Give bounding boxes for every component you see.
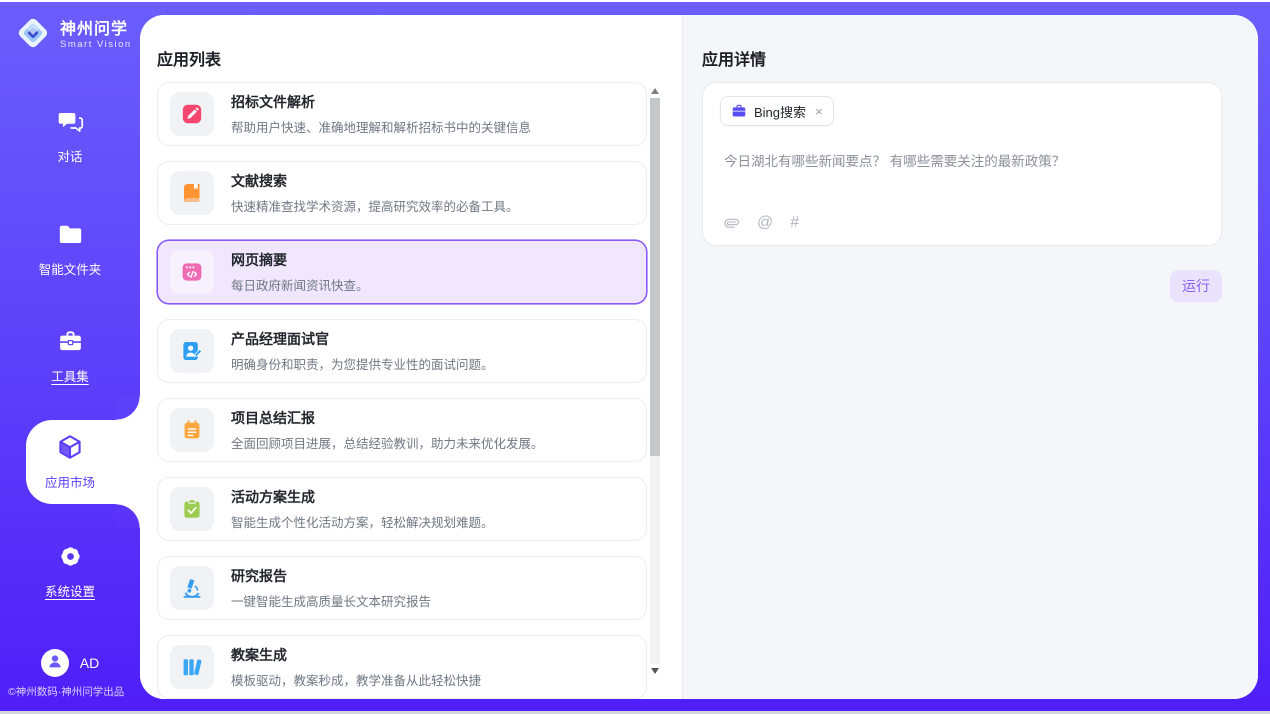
app-card-title: 教案生成 (231, 645, 481, 665)
app-card-desc: 每日政府新闻资讯快查。 (231, 275, 369, 294)
prompt-editor-card[interactable]: Bing搜索 × 今日湖北有哪些新闻要点？ 有哪些需要关注的最新政策？ @ # (702, 82, 1222, 246)
tool-tag-label: Bing搜索 (754, 102, 806, 121)
app-card-title: 项目总结汇报 (231, 408, 544, 428)
tool-tag-bing-search[interactable]: Bing搜索 × (720, 96, 834, 126)
user-initials: AD (80, 655, 99, 671)
app-list-panel: 应用列表 招标文件解析 帮助用户快速、准确地理解和解析招标书中的关键信息 文献搜… (140, 15, 683, 699)
toolbox-icon (57, 328, 84, 356)
app-card[interactable]: 活动方案生成 智能生成个性化活动方案，轻松解决规划难题。 (157, 477, 647, 541)
folder-icon (57, 221, 84, 249)
sidebar-item-label: 工具集 (0, 366, 140, 385)
avatar (41, 649, 69, 677)
attachment-toolbar: @ # (723, 214, 799, 231)
app-card-desc: 智能生成个性化活动方案，轻松解决规划难题。 (231, 512, 494, 531)
sidebar-item-label: 智能文件夹 (0, 259, 140, 278)
app-card-list: 招标文件解析 帮助用户快速、准确地理解和解析招标书中的关键信息 文献搜索 快速精… (157, 82, 647, 699)
gear-icon (57, 543, 84, 571)
scrollbar-thumb[interactable] (650, 98, 660, 456)
run-button[interactable]: 运行 (1170, 270, 1222, 302)
sidebar-item-smart-folders[interactable]: 智能文件夹 (0, 221, 140, 278)
app-card-desc: 模板驱动，教案秒成，教学准备从此轻松快捷 (231, 670, 481, 689)
sidebar: 神州问学 Smart Vision 对话 智能文件夹 工具集 应用市场 系统设置… (0, 0, 140, 714)
app-detail-title: 应用详情 (702, 46, 766, 70)
app-window: 神州问学 Smart Vision 对话 智能文件夹 工具集 应用市场 系统设置… (0, 0, 1270, 714)
app-card-title: 活动方案生成 (231, 487, 494, 507)
hash-tag-icon[interactable]: # (790, 215, 799, 231)
book-icon (180, 181, 204, 205)
app-card[interactable]: 产品经理面试官 明确身份和职责，为您提供专业性的面试问题。 (157, 319, 647, 383)
scrollbar-down-arrow-icon[interactable] (650, 665, 660, 677)
app-card-title: 网页摘要 (231, 250, 369, 270)
notepad-icon (180, 418, 204, 442)
app-detail-panel: 应用详情 Bing搜索 × 今日湖北有哪些新闻要点？ 有哪些需要关注的最新政策？… (683, 15, 1258, 699)
browser-code-icon (180, 260, 204, 284)
briefcase-icon (731, 103, 747, 119)
app-card[interactable]: 文献搜索 快速精准查找学术资源，提高研究效率的必备工具。 (157, 161, 647, 225)
app-card-desc: 快速精准查找学术资源，提高研究效率的必备工具。 (231, 196, 519, 215)
main-container: 应用列表 招标文件解析 帮助用户快速、准确地理解和解析招标书中的关键信息 文献搜… (140, 15, 1258, 699)
sidebar-item-label: 应用市场 (0, 472, 140, 491)
at-mention-icon[interactable]: @ (757, 215, 773, 231)
user-avatar-icon (45, 651, 65, 676)
app-card-desc: 全面回顾项目进展，总结经验教训，助力未来优化发展。 (231, 433, 544, 452)
brand-logo: 神州问学 Smart Vision (13, 13, 132, 58)
app-card-title: 文献搜索 (231, 171, 519, 191)
sidebar-item-system-settings[interactable]: 系统设置 (0, 543, 140, 600)
app-card-title: 研究报告 (231, 566, 431, 586)
query-text[interactable]: 今日湖北有哪些新闻要点？ 有哪些需要关注的最新政策？ (724, 152, 1203, 172)
app-card[interactable]: 项目总结汇报 全面回顾项目进展，总结经验教训，助力未来优化发展。 (157, 398, 647, 462)
app-card[interactable]: 教案生成 模板驱动，教案秒成，教学准备从此轻松快捷 (157, 635, 647, 699)
user-account[interactable]: AD (0, 649, 140, 677)
scrollbar-up-arrow-icon[interactable] (650, 85, 660, 97)
app-card[interactable]: 研究报告 一键智能生成高质量长文本研究报告 (157, 556, 647, 620)
close-icon[interactable]: × (815, 104, 823, 119)
sidebar-item-label: 系统设置 (0, 581, 140, 600)
list-scrollbar[interactable] (650, 85, 660, 677)
app-card[interactable]: 网页摘要 每日政府新闻资讯快查。 (157, 240, 647, 304)
cube-icon (56, 433, 84, 461)
app-card[interactable]: 招标文件解析 帮助用户快速、准确地理解和解析招标书中的关键信息 (157, 82, 647, 146)
app-card-desc: 帮助用户快速、准确地理解和解析招标书中的关键信息 (231, 117, 531, 136)
paperclip-icon[interactable] (719, 210, 743, 234)
app-card-desc: 明确身份和职责，为您提供专业性的面试问题。 (231, 354, 494, 373)
sidebar-item-app-market[interactable]: 应用市场 (0, 433, 140, 491)
books-icon (180, 655, 204, 679)
sidebar-item-label: 对话 (0, 146, 140, 165)
sidebar-item-chat[interactable]: 对话 (0, 108, 140, 165)
chat-icon (57, 108, 84, 136)
app-list-title: 应用列表 (157, 46, 221, 70)
copyright-text: ©神州数码·神州问学出品 (8, 684, 124, 699)
interview-icon (180, 339, 204, 363)
brand-subtitle: Smart Vision (60, 39, 132, 50)
sidebar-item-toolset[interactable]: 工具集 (0, 328, 140, 385)
app-card-desc: 一键智能生成高质量长文本研究报告 (231, 591, 431, 610)
brand-name: 神州问学 (60, 21, 128, 38)
gem-diamond-icon (13, 13, 53, 58)
pen-edit-icon (180, 102, 204, 126)
microscope-icon (180, 576, 204, 600)
app-card-title: 产品经理面试官 (231, 329, 494, 349)
clipboard-check-icon (180, 497, 204, 521)
app-card-title: 招标文件解析 (231, 92, 531, 112)
